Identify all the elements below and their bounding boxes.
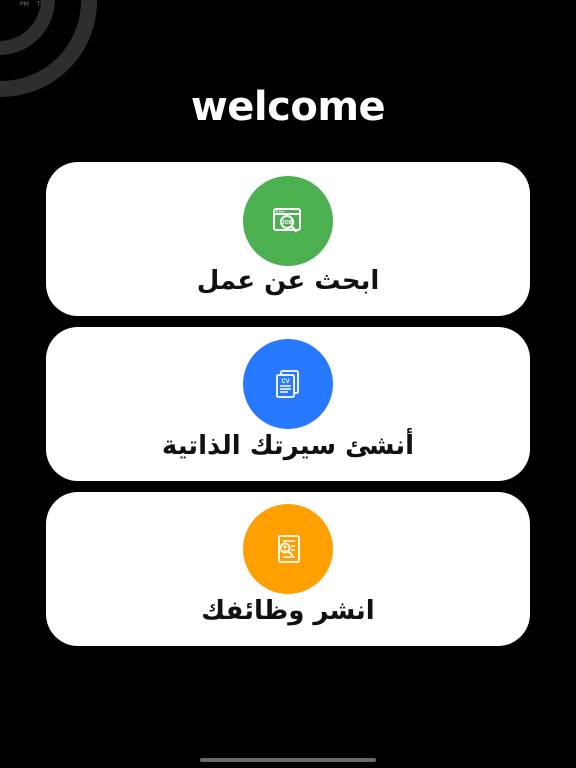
post-jobs-icon <box>278 535 300 563</box>
post-jobs-card[interactable]: انشر وظائفك <box>46 492 530 646</box>
find-job-icon-circle: JOB <box>243 176 333 266</box>
svg-text:CV: CV <box>281 379 289 385</box>
find-job-card[interactable]: JOB ابحث عن عمل <box>46 162 530 316</box>
create-cv-icon-circle: CV <box>243 339 333 429</box>
cv-document-icon: CV <box>276 370 299 398</box>
decorative-rings <box>0 0 97 97</box>
post-jobs-label: انشر وظائفك <box>201 596 375 626</box>
find-job-label: ابحث عن عمل <box>196 266 380 296</box>
svg-text:JOB: JOB <box>282 220 293 226</box>
home-indicator[interactable] <box>200 758 376 762</box>
welcome-screen: PM Thu welcome JOB ابحث عن عمل CV أنشئ س… <box>0 0 576 768</box>
create-cv-card[interactable]: CV أنشئ سيرتك الذاتية <box>46 327 530 481</box>
welcome-title: welcome <box>190 84 386 130</box>
create-cv-label: أنشئ سيرتك الذاتية <box>161 431 415 461</box>
job-search-icon: JOB <box>273 208 301 233</box>
post-jobs-icon-circle <box>243 504 333 594</box>
